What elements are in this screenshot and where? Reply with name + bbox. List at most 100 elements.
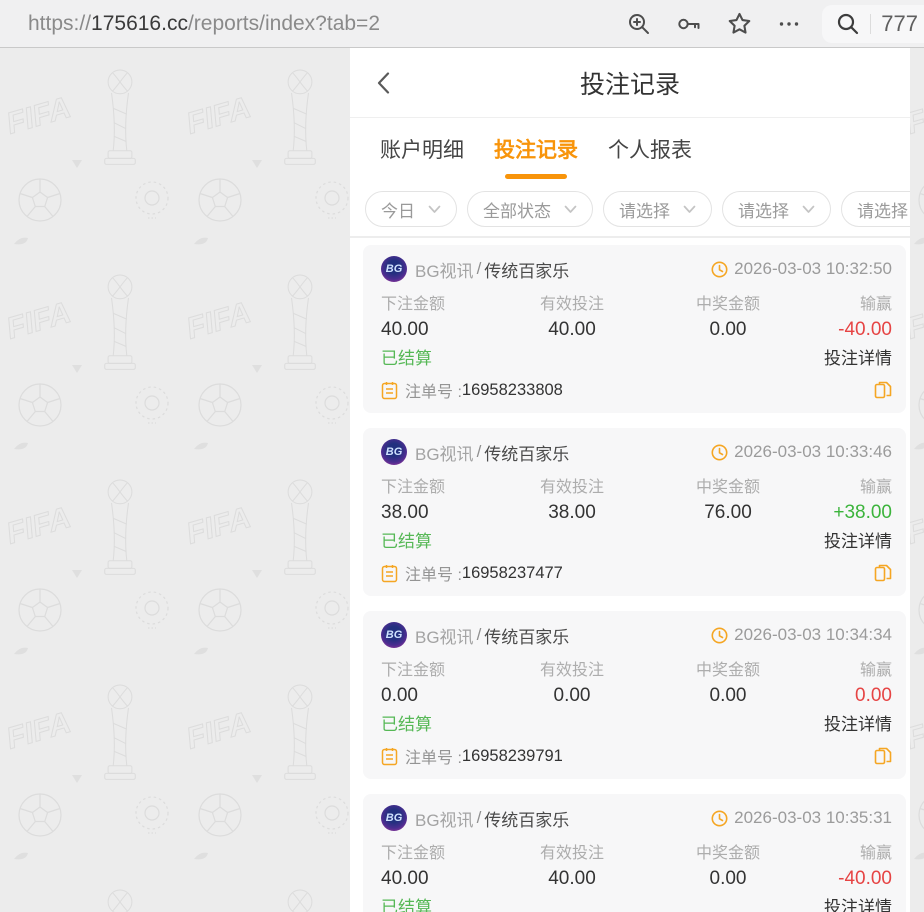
bet-amount-label: 下注金额	[381, 479, 446, 496]
key-icon	[678, 18, 700, 29]
bet-amount-value: 0.00	[381, 685, 418, 706]
more-menu-button[interactable]	[776, 11, 802, 37]
password-button[interactable]	[676, 11, 702, 37]
bet-record-card: BG BG视讯 / 传统百家乐 2026-03-03 10:35:31 下注金额…	[363, 794, 906, 912]
clock-icon	[711, 261, 728, 277]
app-panel: 投注记录 账户明细投注记录个人报表 今日 全部状态 请选择 请选择 请选择	[350, 48, 910, 912]
filter-dropdown-2[interactable]: 请选择	[603, 191, 712, 227]
profit-label: 输赢	[859, 296, 892, 313]
provider-logo: BG	[381, 439, 407, 465]
copy-button[interactable]	[874, 380, 892, 400]
filter-label: 今日	[381, 201, 415, 221]
provider-game-separator: /	[476, 808, 482, 827]
filter-dropdown-3[interactable]: 请选择	[722, 191, 831, 227]
bet-record-card: BG BG视讯 / 传统百家乐 2026-03-03 10:32:50 下注金额…	[363, 245, 906, 413]
bet-record-card: BG BG视讯 / 传统百家乐 2026-03-03 10:33:46 下注金额…	[363, 428, 906, 596]
order-number-value: 16958237477	[461, 563, 563, 582]
back-button[interactable]	[376, 48, 391, 117]
provider-logo: BG	[381, 622, 407, 648]
profit-value: -40.00	[838, 868, 892, 889]
app-header: 投注记录	[350, 48, 910, 118]
main-area: FIFA	[0, 48, 924, 912]
win-amount-value: 76.00	[704, 502, 752, 523]
bet-detail-link[interactable]: 投注详情	[824, 527, 892, 552]
zoom-in-icon	[629, 13, 650, 34]
win-amount-value: 0.00	[709, 868, 747, 889]
win-amount-label: 中奖金额	[695, 662, 760, 679]
bookmark-button[interactable]	[726, 11, 752, 37]
profit-value: -40.00	[838, 319, 892, 340]
copy-button[interactable]	[874, 746, 892, 766]
record-list: BG BG视讯 / 传统百家乐 2026-03-03 10:32:50 下注金额…	[350, 238, 910, 912]
bet-amount-label: 下注金额	[381, 662, 446, 679]
record-time: 2026-03-03 10:32:50	[734, 259, 892, 278]
status-badge: 已结算	[381, 532, 432, 551]
bet-record-card: BG BG视讯 / 传统百家乐 2026-03-03 10:34:34 下注金额…	[363, 611, 906, 779]
chevron-down-icon	[683, 205, 696, 213]
more-icon	[780, 21, 799, 26]
tab-2[interactable]: 个人报表	[608, 134, 692, 164]
page-title: 投注记录	[579, 70, 680, 99]
bet-amount-label: 下注金额	[381, 845, 446, 862]
bet-amount-value: 38.00	[381, 502, 429, 523]
url-domain: 175616.cc	[91, 11, 188, 35]
filter-label: 请选择	[738, 201, 789, 221]
profit-label: 输赢	[859, 845, 892, 862]
bet-detail-link[interactable]: 投注详情	[824, 344, 892, 369]
chevron-down-icon	[802, 205, 815, 213]
profit-label: 输赢	[859, 662, 892, 679]
valid-bet-value: 38.00	[548, 502, 596, 523]
order-note-icon	[381, 564, 398, 582]
tab-1[interactable]: 投注记录	[494, 134, 578, 164]
tab-0[interactable]: 账户明细	[380, 134, 464, 164]
valid-bet-value: 0.00	[553, 685, 591, 706]
win-amount-label: 中奖金额	[695, 845, 760, 862]
game-name: 传统百家乐	[484, 627, 570, 647]
clock-icon	[711, 810, 728, 826]
bet-amount-value: 40.00	[381, 319, 429, 340]
valid-bet-value: 40.00	[548, 319, 596, 340]
valid-bet-label: 有效投注	[539, 296, 604, 313]
valid-bet-value: 40.00	[548, 868, 596, 889]
status-badge: 已结算	[381, 349, 432, 368]
profit-value: 0.00	[855, 685, 892, 706]
game-name: 传统百家乐	[484, 261, 570, 281]
record-time: 2026-03-03 10:35:31	[734, 808, 892, 827]
bet-detail-link[interactable]: 投注详情	[824, 710, 892, 735]
filter-label: 全部状态	[483, 201, 551, 221]
filter-label: 请选择	[619, 201, 670, 221]
clock-icon	[711, 444, 728, 460]
provider-game-separator: /	[476, 625, 482, 644]
valid-bet-label: 有效投注	[539, 845, 604, 862]
bet-amount-label: 下注金额	[381, 296, 446, 313]
provider-game-separator: /	[476, 259, 482, 278]
url-path: /reports/index?tab=2	[187, 11, 380, 35]
bet-detail-link[interactable]: 投注详情	[824, 893, 892, 912]
filter-dropdown-4[interactable]: 请选择	[841, 191, 910, 227]
order-note-icon	[381, 381, 398, 399]
url-bar[interactable]: https://175616.cc/reports/index?tab=2	[28, 12, 380, 36]
filter-dropdown-0[interactable]: 今日	[365, 191, 457, 227]
back-chevron-icon	[377, 71, 390, 94]
order-number-label: 注单号 :	[405, 384, 462, 401]
zoom-in-button[interactable]	[626, 11, 652, 37]
provider-logo: BG	[381, 805, 407, 831]
provider-name: BG视讯	[415, 810, 474, 830]
tabs: 账户明细 投注记录 个人报表	[350, 118, 910, 180]
copy-button[interactable]	[874, 563, 892, 583]
win-amount-label: 中奖金额	[695, 296, 760, 313]
order-number-label: 注单号 :	[405, 750, 462, 767]
win-amount-label: 中奖金额	[695, 479, 760, 496]
valid-bet-label: 有效投注	[539, 662, 604, 679]
order-number-value: 16958239791	[461, 746, 563, 765]
status-badge: 已结算	[381, 715, 432, 734]
url-scheme: https://	[28, 11, 92, 35]
search-icon	[838, 13, 859, 34]
filter-dropdown-1[interactable]: 全部状态	[467, 191, 593, 227]
search-box[interactable]: 777	[822, 4, 924, 43]
order-number-label: 注单号 :	[405, 567, 462, 584]
game-name: 传统百家乐	[484, 810, 570, 830]
status-badge: 已结算	[381, 898, 432, 912]
profit-value: +38.00	[833, 502, 892, 523]
provider-game-separator: /	[476, 442, 482, 461]
